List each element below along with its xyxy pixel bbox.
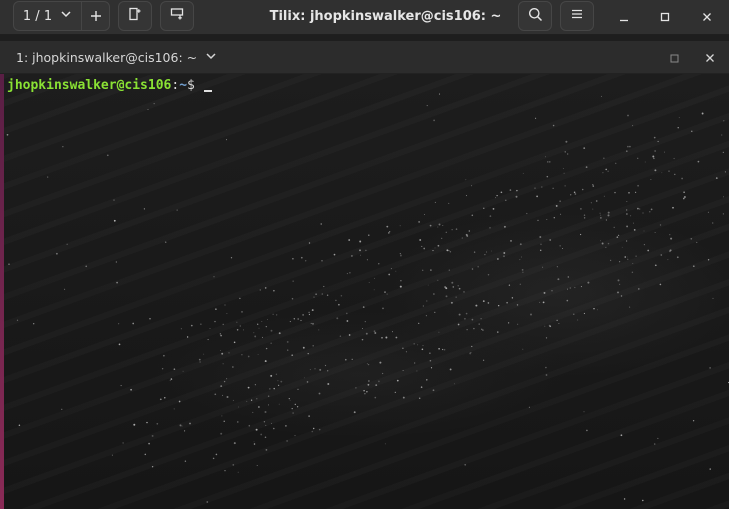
close-window-button[interactable]	[692, 1, 722, 31]
prompt-user-host: jhopkinswalker@cis106	[7, 78, 172, 93]
minimize-icon	[619, 7, 629, 26]
split-right-button[interactable]	[118, 1, 152, 31]
window-title: Tilix: jhopkinswalker@cis106: ~	[269, 8, 502, 24]
menu-button[interactable]	[560, 1, 594, 31]
close-terminal-button[interactable]	[696, 42, 724, 72]
maximize-terminal-icon	[670, 48, 679, 67]
split-down-icon	[170, 7, 184, 25]
header-bar: 1 / 1 Tilix: jhopkinswalker@cis106: ~	[0, 0, 729, 35]
close-icon	[705, 48, 715, 67]
terminal-prompt-line: jhopkinswalker@cis106:~$	[7, 77, 212, 95]
terminal-background-image	[6, 83, 729, 503]
session-counter: 1 / 1	[22, 8, 53, 24]
split-right-icon	[128, 7, 142, 25]
split-down-button[interactable]	[160, 1, 194, 31]
terminal-title-dropdown[interactable]: 1: jhopkinswalker@cis106: ~	[16, 41, 217, 73]
tilix-window: 1 / 1 Tilix: jhopkinswalker@cis106: ~ 1:…	[0, 0, 729, 509]
terminal-area[interactable]: jhopkinswalker@cis106:~$	[0, 74, 729, 509]
add-session-button[interactable]	[82, 2, 109, 30]
terminal-title: 1: jhopkinswalker@cis106: ~	[16, 49, 198, 65]
text-cursor	[203, 90, 212, 92]
hamburger-menu-icon	[571, 8, 583, 24]
maximize-icon	[660, 7, 670, 26]
search-button[interactable]	[518, 1, 552, 31]
search-icon	[528, 7, 543, 26]
maximize-button[interactable]	[650, 1, 680, 31]
session-switcher-button[interactable]: 1 / 1	[14, 2, 82, 30]
chevron-down-icon	[60, 8, 72, 24]
maximize-terminal-button[interactable]	[660, 42, 688, 72]
close-icon	[702, 7, 712, 26]
chevron-down-icon	[205, 50, 217, 65]
terminal-title-bar: 1: jhopkinswalker@cis106: ~	[0, 41, 729, 74]
prompt-path: ~	[179, 78, 188, 93]
desktop-edge	[0, 74, 4, 509]
minimize-button[interactable]	[609, 1, 639, 31]
session-button-group: 1 / 1	[13, 1, 110, 31]
plus-icon	[90, 7, 102, 26]
prompt-symbol: $	[187, 78, 195, 93]
